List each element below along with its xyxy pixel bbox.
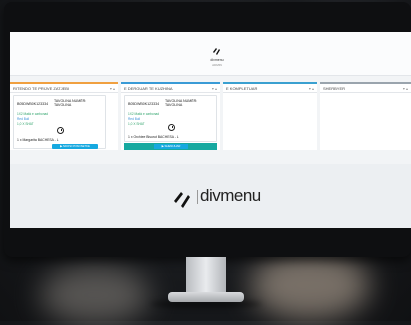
- order-item: Red Bull: [17, 117, 30, 121]
- column-header: E DERGUAR TE KUZHINA ▾ ▴: [121, 84, 220, 93]
- collapse-icon[interactable]: ▾ ▴: [403, 86, 408, 91]
- column-title: E DERGUAR TE KUZHINA: [124, 86, 173, 91]
- order-item: 1X2 Makk e carbonad: [128, 112, 160, 116]
- order-item: 1,0 X SHAT: [128, 122, 145, 126]
- app-header: divmenu ADMIN: [10, 32, 411, 76]
- brand-sub: ADMIN: [212, 63, 222, 67]
- order-item: Red Bull: [128, 117, 141, 121]
- order-id: B05DWB0K123334: [128, 102, 160, 106]
- column-completed: E KOMPLETUAR ▾ ▴: [223, 82, 317, 150]
- table-number: TAVOLINA NUMËR: TAVOLINA: [165, 99, 198, 108]
- order-item: 1,0 X SHAT: [17, 122, 34, 126]
- background-blur: [40, 265, 150, 325]
- order-board: RITENDO TE PRIJVE ZATJEBI ▾ ▴ B05DWB0K12…: [10, 82, 411, 150]
- collapse-icon[interactable]: ▾ ▴: [110, 86, 115, 91]
- monitor-stand: [186, 257, 226, 295]
- column-served: SHERBYER ▾ ▴: [320, 82, 411, 150]
- order-user: 1 x Orchiee Bisurut BACHESA - L: [128, 135, 179, 139]
- collapse-icon[interactable]: ▾ ▴: [212, 86, 217, 91]
- column-header: E KOMPLETUAR ▾ ▴: [223, 84, 317, 93]
- footer-brand: divmenu: [200, 186, 261, 205]
- column-footer: ▶ SHENIJUAR: [124, 143, 217, 150]
- column-header: RITENDO TE PRIJVE ZATJEBI ▾ ▴: [10, 84, 118, 93]
- collapse-icon[interactable]: ▾ ▴: [309, 86, 314, 91]
- served-button[interactable]: ▶ SHENIJUAR: [154, 144, 188, 149]
- clock-icon: [168, 124, 175, 131]
- clock-icon: [57, 127, 64, 134]
- monitor-frame: divmenu ADMIN RITENDO TE PRIJVE ZATJEBI …: [4, 2, 411, 257]
- divmenu-logo-icon: [213, 48, 220, 55]
- brand-panel: divmenu: [10, 164, 411, 228]
- column-kitchen: E DERGUAR TE KUZHINA ▾ ▴ B05DWB0K123334 …: [121, 82, 220, 150]
- logo-divider: [197, 190, 198, 204]
- app-screen: divmenu ADMIN RITENDO TE PRIJVE ZATJEBI …: [10, 32, 411, 228]
- column-header: SHERBYER ▾ ▴: [320, 84, 411, 93]
- order-card[interactable]: B05DWB0K123334 TAVOLINA NUMËR: TAVOLINA …: [13, 95, 106, 149]
- column-pending: RITENDO TE PRIJVE ZATJEBI ▾ ▴ B05DWB0K12…: [10, 82, 118, 150]
- column-title: RITENDO TE PRIJVE ZATJEBI: [13, 86, 70, 91]
- divmenu-logo-icon: [174, 192, 190, 208]
- column-title: E KOMPLETUAR: [226, 86, 258, 91]
- column-title: SHERBYER: [323, 86, 346, 91]
- table-number: TAVOLINA NUMËR: TAVOLINA: [54, 99, 87, 108]
- order-card[interactable]: B05DWB0K123334 TAVOLINA NUMËR: TAVOLINA …: [124, 95, 217, 142]
- brand-name: divmenu: [210, 58, 224, 62]
- order-item: 1X2 Makk e carbonad: [17, 112, 49, 116]
- order-user: 1 x Margarita BACHESA - L: [17, 138, 59, 142]
- background-blur: [250, 250, 370, 320]
- monitor-base: [168, 292, 244, 302]
- order-id: B05DWB0K123334: [17, 102, 49, 106]
- send-button[interactable]: ▶ NDOSI POSOSETKE: [52, 144, 98, 149]
